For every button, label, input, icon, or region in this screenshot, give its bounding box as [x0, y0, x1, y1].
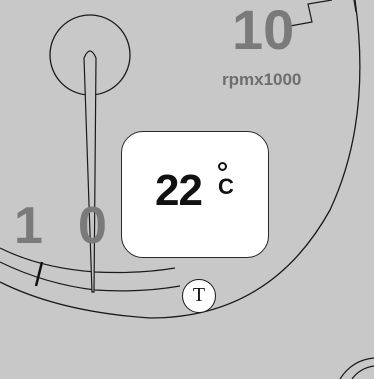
temperature-value: 22: [155, 166, 203, 215]
corner-circle-inner: [351, 365, 374, 379]
scale-band-lower-arc: [0, 261, 181, 292]
rpm-unit-label: rpmx1000: [222, 70, 302, 89]
temperature-unit: C: [218, 174, 234, 199]
redline-marker: [289, 0, 333, 27]
scale-label-0: 0: [78, 197, 107, 255]
scale-label-10: 10: [232, 0, 295, 61]
needle: [83, 50, 97, 293]
scale-label-1: 1: [14, 197, 43, 255]
temperature-display: 22 C: [121, 131, 269, 258]
degree-symbol-icon: [218, 162, 227, 171]
scale-tick: [34, 261, 44, 287]
tachometer-panel: 10 rpmx1000 1 0 22 C T: [0, 0, 374, 379]
corner-circle-outer: [339, 357, 374, 379]
t-indicator-badge: T: [182, 279, 216, 313]
